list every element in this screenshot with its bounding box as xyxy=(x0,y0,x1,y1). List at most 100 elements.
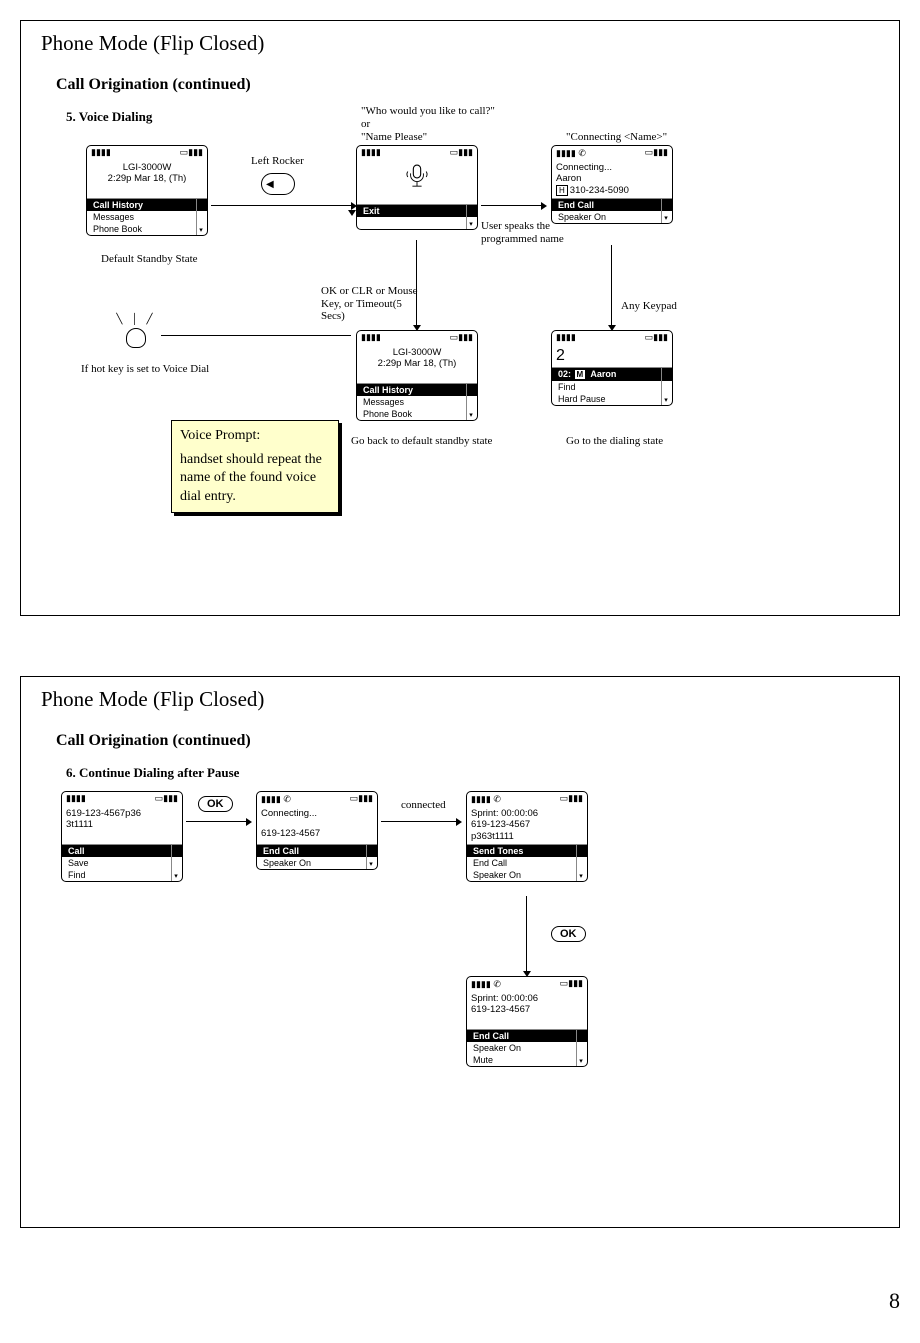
entry-number-line1: 619-123-4567p36 xyxy=(66,808,178,819)
menu-messages[interactable]: Messages xyxy=(87,211,207,223)
menu-phone-book[interactable]: Phone Book xyxy=(357,408,477,420)
menu-mute[interactable]: Mute xyxy=(467,1054,587,1066)
panel1-canvas: "Who would you like to call?" or "Name P… xyxy=(41,135,879,595)
menu-speaker-on[interactable]: Speaker On xyxy=(467,1042,587,1054)
ok-button-2[interactable]: OK xyxy=(551,926,586,942)
phone-dialing: ▮▮▮▮ ▭▮▮▮ 2 02: M Aaron Find Hard Pause … xyxy=(551,330,673,406)
ok-button-1[interactable]: OK xyxy=(198,796,233,812)
arrow-connecting-down xyxy=(611,245,612,325)
signal-handset-icon: ▮▮▮▮ ✆ xyxy=(471,979,501,991)
menu-call-history[interactable]: Call History xyxy=(357,384,477,396)
menu-find[interactable]: Find xyxy=(552,381,672,393)
scroll-indicator: ▴▾ xyxy=(466,384,475,420)
entry-menu: Call Save Find ▴▾ xyxy=(62,844,182,881)
phone-connecting-2: ▮▮▮▮ ✆ ▭▮▮▮ Connecting... 619-123-4567 E… xyxy=(256,791,378,870)
scroll-indicator: ▴▾ xyxy=(576,845,585,881)
hotkey-label: If hot key is set to Voice Dial xyxy=(81,363,209,375)
standby2-time: 2:29p Mar 18, (Th) xyxy=(361,358,473,369)
incall1-body: Sprint: 00:00:06 619-123-4567 p363t1111 xyxy=(467,806,587,844)
voice-prompt-note: Voice Prompt: handset should repeat the … xyxy=(171,420,339,513)
menu-call[interactable]: Call xyxy=(62,845,182,857)
battery-icon: ▭▮▮▮ xyxy=(450,148,473,160)
incall1-number: 619-123-4567 xyxy=(471,819,583,830)
menu-send-tones[interactable]: Send Tones xyxy=(467,845,587,857)
incall2-menu: End Call Speaker On Mute ▴▾ xyxy=(467,1029,587,1066)
menu-end-call[interactable]: End Call xyxy=(467,1030,587,1042)
signal-icon: ▮▮▮▮ xyxy=(66,794,86,806)
standby-model: LGI-3000W xyxy=(91,162,203,173)
connecting-number: 310-234-5090 xyxy=(570,185,629,196)
voice-prompt-text: "Who would you like to call?" or "Name P… xyxy=(361,105,495,145)
battery-icon: ▭▮▮▮ xyxy=(450,333,473,345)
arrow-voice-to-connecting xyxy=(481,205,541,206)
menu-find[interactable]: Find xyxy=(62,869,182,881)
panel1-title: Phone Mode (Flip Closed) xyxy=(41,31,879,56)
menu-call-history[interactable]: Call History xyxy=(87,199,207,211)
incall1-remaining: p363t1111 xyxy=(471,831,583,842)
standby2-model: LGI-3000W xyxy=(361,347,473,358)
incall1-timer: Sprint: 00:00:06 xyxy=(471,808,583,819)
phone-connecting: ▮▮▮▮ ✆ ▭▮▮▮ Connecting... Aaron H310-234… xyxy=(551,145,673,224)
scroll-indicator: ▴▾ xyxy=(661,368,670,405)
type-tag-h: H xyxy=(556,185,568,197)
dialed-digit: 2 xyxy=(552,345,672,367)
signal-icon: ▮▮▮▮ xyxy=(556,333,576,345)
menu-messages[interactable]: Messages xyxy=(357,396,477,408)
menu-exit[interactable]: Exit xyxy=(357,205,477,217)
type-tag-m: M xyxy=(574,369,587,380)
menu-speaker-on[interactable]: Speaker On xyxy=(257,857,377,869)
connecting-name: Aaron xyxy=(556,173,668,184)
phone-standby: ▮▮▮▮ ▭▮▮▮ LGI-3000W 2:29p Mar 18, (Th) C… xyxy=(86,145,208,236)
arrow-entry-to-connecting xyxy=(186,821,246,822)
signal-icon: ▮▮▮▮ xyxy=(361,333,381,345)
battery-icon: ▭▮▮▮ xyxy=(560,794,583,806)
standby-menu: Call History Messages Phone Book ▴▾ xyxy=(87,198,207,235)
battery-icon: ▭▮▮▮ xyxy=(645,148,668,160)
menu-end-call[interactable]: End Call xyxy=(552,199,672,211)
signal-icon: ▮▮▮▮ xyxy=(361,148,381,160)
battery-icon: ▭▮▮▮ xyxy=(180,148,203,160)
left-rocker-icon: ◀ xyxy=(261,173,295,195)
menu-phone-book[interactable]: Phone Book xyxy=(87,223,207,235)
standby-time: 2:29p Mar 18, (Th) xyxy=(91,173,203,184)
connecting-menu: End Call Speaker On ▴▾ xyxy=(552,198,672,223)
connected-label: connected xyxy=(401,799,446,811)
connecting-quote: "Connecting <Name>" xyxy=(566,131,667,143)
incall2-body: Sprint: 00:00:06 619-123-4567 xyxy=(467,991,587,1029)
menu-speaker-on[interactable]: Speaker On xyxy=(552,211,672,223)
microphone-icon xyxy=(406,164,428,190)
panel2-canvas: ▮▮▮▮ ▭▮▮▮ 619-123-4567p36 3t1111 Call Sa… xyxy=(41,791,879,1201)
menu-end-call[interactable]: End Call xyxy=(257,845,377,857)
scroll-indicator: ▴▾ xyxy=(576,1030,585,1066)
menu-hard-pause[interactable]: Hard Pause xyxy=(552,393,672,405)
menu-save[interactable]: Save xyxy=(62,857,182,869)
incall2-number: 619-123-4567 xyxy=(471,1004,583,1015)
panel1-section: Call Origination (continued) xyxy=(56,76,879,94)
standby-body: LGI-3000W 2:29p Mar 18, (Th) xyxy=(87,160,207,198)
battery-icon: ▭▮▮▮ xyxy=(350,794,373,806)
panel-continue-dialing: Phone Mode (Flip Closed) Call Originatio… xyxy=(20,676,900,1228)
phone-standby-return: ▮▮▮▮ ▭▮▮▮ LGI-3000W 2:29p Mar 18, (Th) C… xyxy=(356,330,478,421)
panel2-section: Call Origination (continued) xyxy=(56,732,879,750)
voice-menu: Exit ▴▾ xyxy=(357,204,477,229)
dial-caption: Go to the dialing state xyxy=(566,435,663,447)
prompt-line2: or xyxy=(361,118,495,131)
any-keypad-label: Any Keypad xyxy=(621,300,677,312)
left-rocker-label: Left Rocker xyxy=(251,155,304,167)
note-body: handset should repeat the name of the fo… xyxy=(180,451,330,506)
voice-body xyxy=(357,160,477,204)
battery-icon: ▭▮▮▮ xyxy=(155,794,178,806)
menu-speaker-on[interactable]: Speaker On xyxy=(467,869,587,881)
scroll-indicator: ▴▾ xyxy=(196,199,205,235)
menu-entry-02-aaron[interactable]: 02: M Aaron xyxy=(552,368,672,381)
panel-voice-dialing: Phone Mode (Flip Closed) Call Originatio… xyxy=(20,20,900,616)
scroll-indicator: ▴▾ xyxy=(466,205,475,229)
phone-incall-sendtones: ▮▮▮▮ ✆ ▭▮▮▮ Sprint: 00:00:06 619-123-456… xyxy=(466,791,588,882)
scroll-indicator: ▴▾ xyxy=(366,845,375,869)
entry-number-line2: 3t1111 xyxy=(66,819,178,830)
incall1-menu: Send Tones End Call Speaker On ▴▾ xyxy=(467,844,587,881)
phone-number-entry: ▮▮▮▮ ▭▮▮▮ 619-123-4567p36 3t1111 Call Sa… xyxy=(61,791,183,882)
menu-end-call[interactable]: End Call xyxy=(467,857,587,869)
connecting2-body: Connecting... 619-123-4567 xyxy=(257,806,377,844)
connecting2-menu: End Call Speaker On ▴▾ xyxy=(257,844,377,869)
